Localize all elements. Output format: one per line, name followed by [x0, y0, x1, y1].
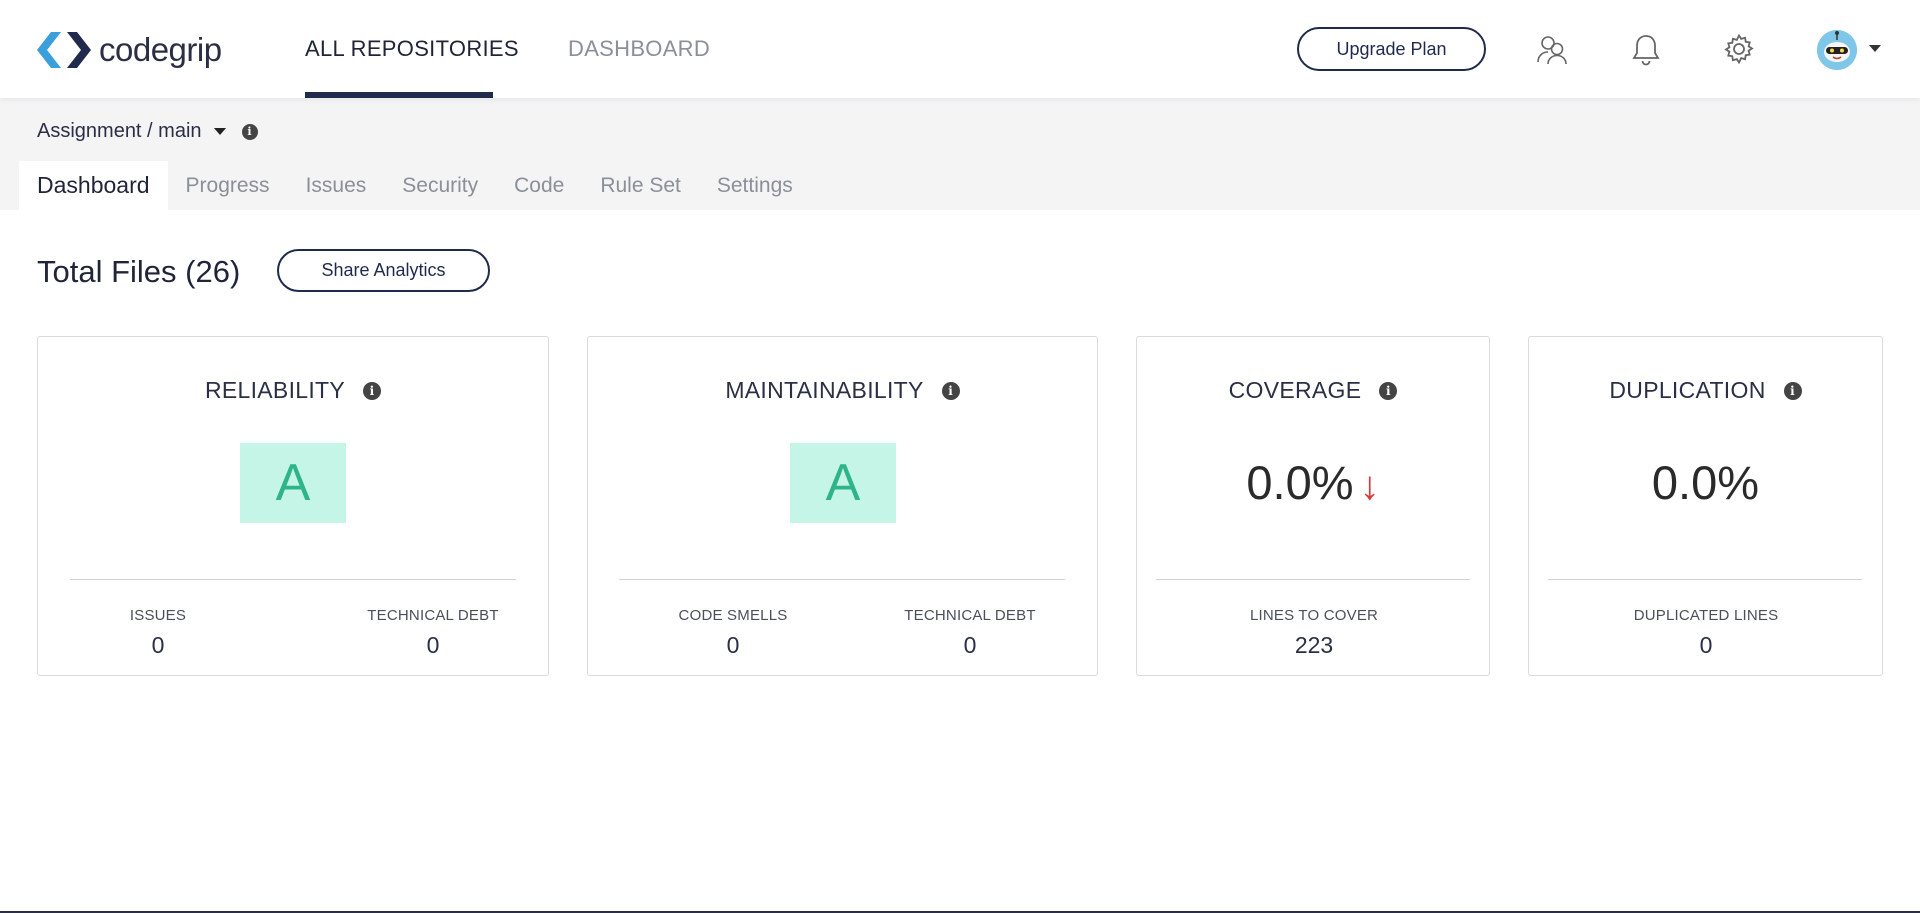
tab-security[interactable]: Security	[384, 161, 496, 210]
metric-value: 0	[426, 632, 440, 658]
reliability-card: RELIABILITY i A ISSUES 0 TECHNICAL DEBT …	[37, 336, 549, 676]
metric-value: 223	[1294, 632, 1334, 658]
issues-metric[interactable]: ISSUES 0	[98, 607, 218, 659]
coverage-card: COVERAGE i 0.0% ↓ LINES TO COVER 223	[1136, 336, 1490, 676]
nav-all-repositories[interactable]: ALL REPOSITORIES	[305, 36, 519, 62]
codegrip-logo-icon	[37, 32, 91, 68]
card-title: MAINTAINABILITY i	[588, 377, 1097, 404]
chevron-down-icon[interactable]	[1869, 45, 1881, 52]
tab-settings[interactable]: Settings	[699, 161, 811, 210]
logo-text: codegrip	[99, 31, 222, 68]
metric-label: LINES TO COVER	[1249, 607, 1379, 624]
metric-label: DUPLICATED LINES	[1633, 607, 1779, 624]
reliability-grade-badge: A	[240, 443, 346, 523]
gear-icon[interactable]	[1720, 30, 1758, 68]
divider	[1548, 579, 1862, 580]
top-header: codegrip ALL REPOSITORIES DASHBOARD Upgr…	[0, 0, 1920, 98]
tab-issues[interactable]: Issues	[288, 161, 385, 210]
info-icon[interactable]: i	[1783, 381, 1802, 400]
breadcrumb-text[interactable]: Assignment / main	[37, 120, 202, 143]
team-icon[interactable]	[1533, 30, 1571, 68]
metric-label: CODE SMELLS	[678, 607, 788, 624]
arrow-down-icon: ↓	[1359, 464, 1380, 508]
metric-value: 0	[726, 632, 740, 658]
metric-value: 0	[151, 632, 165, 658]
card-title-text: DUPLICATION	[1609, 377, 1766, 403]
divider	[1156, 579, 1470, 580]
card-title: COVERAGE i	[1137, 377, 1489, 404]
info-icon[interactable]: i	[1379, 381, 1398, 400]
bell-icon[interactable]	[1627, 30, 1665, 68]
share-analytics-button[interactable]: Share Analytics	[277, 249, 490, 292]
upgrade-plan-button[interactable]: Upgrade Plan	[1297, 27, 1486, 71]
card-title-text: MAINTAINABILITY	[725, 377, 924, 403]
card-title: DUPLICATION i	[1529, 377, 1882, 404]
duplication-percentage: 0.0%	[1651, 456, 1760, 509]
maintainability-grade-badge: A	[790, 443, 896, 523]
maintainability-card: MAINTAINABILITY i A CODE SMELLS 0 TECHNI…	[587, 336, 1098, 676]
duplicated-lines-metric[interactable]: DUPLICATED LINES 0	[1586, 607, 1826, 659]
info-icon[interactable]: i	[941, 381, 960, 400]
coverage-value: 0.0%	[1246, 456, 1354, 509]
duplication-card: DUPLICATION i 0.0% DUPLICATED LINES 0	[1528, 336, 1883, 676]
metric-label: TECHNICAL DEBT	[904, 607, 1036, 624]
tab-rule-set[interactable]: Rule Set	[582, 161, 699, 210]
tab-dashboard[interactable]: Dashboard	[19, 161, 168, 210]
tab-progress[interactable]: Progress	[168, 161, 288, 210]
metric-label: ISSUES	[129, 607, 187, 624]
nav-dashboard[interactable]: DASHBOARD	[568, 36, 710, 62]
card-title-text: COVERAGE	[1228, 377, 1362, 403]
codegrip-logo[interactable]: codegrip	[37, 30, 222, 70]
repo-tabs: Dashboard Progress Issues Security Code …	[19, 161, 811, 210]
metric-label: TECHNICAL DEBT	[367, 607, 499, 624]
technical-debt-metric[interactable]: TECHNICAL DEBT 0	[895, 607, 1045, 659]
user-avatar[interactable]	[1817, 30, 1857, 70]
coverage-percentage: 0.0% ↓	[1137, 455, 1489, 510]
info-icon[interactable]: i	[363, 381, 382, 400]
breadcrumb[interactable]: Assignment / main i	[37, 120, 258, 143]
card-title-text: RELIABILITY	[204, 377, 346, 403]
metric-value: 0	[1699, 632, 1713, 658]
total-files-heading: Total Files (26)	[37, 254, 241, 289]
code-smells-metric[interactable]: CODE SMELLS 0	[658, 607, 808, 659]
tab-code[interactable]: Code	[496, 161, 582, 210]
divider	[70, 579, 516, 580]
caret-down-icon[interactable]	[213, 128, 226, 135]
lines-to-cover-metric[interactable]: LINES TO COVER 223	[1214, 607, 1414, 659]
metric-value: 0	[963, 632, 977, 658]
technical-debt-metric[interactable]: TECHNICAL DEBT 0	[358, 607, 508, 659]
divider	[619, 579, 1065, 580]
card-title: RELIABILITY i	[38, 377, 548, 404]
info-icon[interactable]: i	[241, 123, 258, 140]
nav-active-indicator	[305, 92, 493, 98]
